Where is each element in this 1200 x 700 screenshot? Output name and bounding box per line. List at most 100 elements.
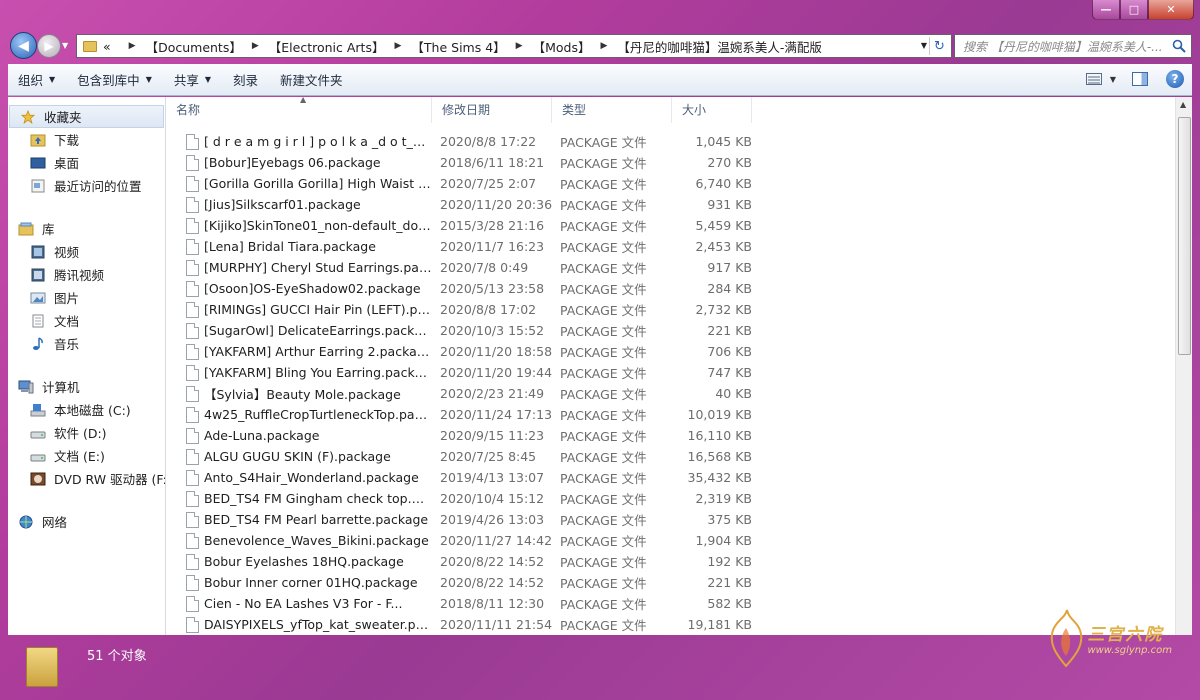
nav-item-music[interactable]: 音乐: [8, 332, 165, 355]
file-row[interactable]: [Gorilla Gorilla Gorilla] High Waist Fri…: [166, 173, 1192, 194]
breadcrumb-the-sims-4[interactable]: 【The Sims 4】: [411, 37, 505, 56]
nav-item-drive-d[interactable]: 软件 (D:): [8, 421, 165, 444]
item-count: 51 个对象: [87, 649, 147, 664]
file-row[interactable]: Cien - No EA Lashes V3 For - F... 2018/8/…: [166, 593, 1192, 614]
file-row[interactable]: DAISYPIXELS_yfTop_kat_sweater.pack... 202…: [166, 614, 1192, 635]
view-details-icon[interactable]: [1085, 73, 1102, 85]
file-row[interactable]: 【Sylvia】Beauty Mole.package 2020/2/23 21:…: [166, 383, 1192, 404]
file-row[interactable]: [MURPHY] Cheryl Stud Earrings.pack... 202…: [166, 257, 1192, 278]
file-name: DAISYPIXELS_yfTop_kat_sweater.pack...: [204, 617, 432, 632]
breadcrumb-separator[interactable]: ▶: [129, 41, 136, 51]
file-row[interactable]: ALGU GUGU SKIN (F).package 2020/7/25 8:45…: [166, 446, 1192, 467]
column-header-size[interactable]: 大小: [672, 97, 752, 123]
nav-item-recent-places[interactable]: 最近访问的位置: [8, 174, 165, 197]
file-row[interactable]: [SugarOwl] DelicateEarrings.package 2020/…: [166, 320, 1192, 341]
file-row[interactable]: [RIMINGs] GUCCI Hair Pin (LEFT).pac... 20…: [166, 299, 1192, 320]
help-icon[interactable]: ?: [1166, 70, 1184, 88]
file-name: Anto_S4Hair_Wonderland.package: [204, 470, 419, 485]
file-row[interactable]: [Osoon]OS-EyeShadow02.package 2020/5/13 2…: [166, 278, 1192, 299]
file-row[interactable]: Bobur Eyelashes 18HQ.package 2020/8/22 14…: [166, 551, 1192, 572]
file-row[interactable]: Anto_S4Hair_Wonderland.package 2019/4/13 …: [166, 467, 1192, 488]
file-date: 2020/11/24 17:13: [440, 407, 553, 422]
file-row[interactable]: 4w25_RuffleCropTurtleneckTop.pack... 2020…: [166, 404, 1192, 425]
file-icon: [186, 532, 199, 549]
column-header-date[interactable]: 修改日期: [432, 97, 552, 123]
file-name: [MURPHY] Cheryl Stud Earrings.pack...: [204, 260, 432, 275]
file-row[interactable]: [ d r e a m g i r l ] p o l k a _d o t_p…: [166, 131, 1192, 152]
nav-item-label: 软件 (D:): [54, 426, 107, 441]
chevron-down-icon[interactable]: ▼: [1110, 75, 1116, 84]
file-icon: [186, 133, 199, 150]
breadcrumb-separator[interactable]: ▶: [516, 41, 523, 51]
nav-item-pictures[interactable]: 图片: [8, 286, 165, 309]
column-header-type[interactable]: 类型: [552, 97, 672, 123]
file-row[interactable]: Bobur Inner corner 01HQ.package 2020/8/22…: [166, 572, 1192, 593]
video-icon: [31, 268, 45, 281]
file-type: PACKAGE 文件: [560, 534, 647, 549]
address-history-dropdown[interactable]: ▼: [921, 41, 927, 50]
file-row[interactable]: [YAKFARM] Bling You Earring.package 2020/…: [166, 362, 1192, 383]
breadcrumb-current-folder[interactable]: 【丹尼的咖啡猫】温婉系美人-满配版: [617, 37, 822, 56]
back-button[interactable]: ◀: [10, 32, 37, 59]
preview-pane-icon[interactable]: [1132, 72, 1148, 86]
include-in-library-button[interactable]: 包含到库中 ▼: [77, 70, 152, 89]
file-type: PACKAGE 文件: [560, 219, 647, 234]
nav-computer[interactable]: 计算机: [8, 375, 165, 398]
nav-item-documents[interactable]: 文档: [8, 309, 165, 332]
nav-item-videos[interactable]: 视频: [8, 240, 165, 263]
nav-item-label: 下载: [54, 133, 80, 148]
file-row[interactable]: [Kijiko]SkinTone01_non-default_dolly....…: [166, 215, 1192, 236]
search-icon[interactable]: [1172, 39, 1186, 53]
file-date: 2018/6/11 18:21: [440, 155, 545, 170]
close-button[interactable]: ✕: [1148, 0, 1194, 20]
file-icon: [186, 322, 199, 339]
new-folder-button[interactable]: 新建文件夹: [280, 70, 343, 89]
nav-network-label: 网络: [42, 515, 68, 530]
file-row[interactable]: Ade-Luna.package 2020/9/15 11:23 PACKAGE 文…: [166, 425, 1192, 446]
breadcrumb-overflow[interactable]: «: [103, 39, 111, 54]
forward-button[interactable]: ▶: [37, 34, 61, 58]
breadcrumb-separator[interactable]: ▶: [394, 41, 401, 51]
nav-item-desktop[interactable]: 桌面: [8, 151, 165, 174]
nav-item-drive-c[interactable]: 本地磁盘 (C:): [8, 398, 165, 421]
column-header-name[interactable]: 名称: [166, 97, 432, 123]
breadcrumb-electronic-arts[interactable]: 【Electronic Arts】: [269, 37, 385, 56]
maximize-button[interactable]: □: [1120, 0, 1148, 20]
file-row[interactable]: [Bobur]Eyebags 06.package 2018/6/11 18:21…: [166, 152, 1192, 173]
phoenix-logo: [1051, 609, 1083, 668]
file-row[interactable]: [YAKFARM] Arthur Earring 2.package 2020/1…: [166, 341, 1192, 362]
file-row[interactable]: [Jius]Silkscarf01.package 2020/11/20 20:3…: [166, 194, 1192, 215]
recent-pages-dropdown[interactable]: ▼: [62, 41, 68, 50]
video-icon: [31, 245, 45, 258]
scroll-up-icon[interactable]: ▲: [1180, 100, 1186, 109]
file-row[interactable]: BED_TS4 FM Gingham check top.pac... 2020/…: [166, 488, 1192, 509]
file-name-cell: BED_TS4 FM Gingham check top.pac...: [166, 490, 440, 507]
breadcrumb-documents[interactable]: 【Documents】: [146, 37, 242, 56]
nav-item-downloads[interactable]: 下载: [8, 128, 165, 151]
breadcrumb-separator[interactable]: ▶: [600, 41, 607, 51]
file-name: [YAKFARM] Arthur Earring 2.package: [204, 344, 432, 359]
minimize-button[interactable]: —: [1092, 0, 1120, 20]
nav-item-drive-e[interactable]: 文档 (E:): [8, 444, 165, 467]
refresh-icon[interactable]: ↻: [929, 37, 949, 55]
scrollbar-thumb[interactable]: [1178, 117, 1191, 355]
burn-button[interactable]: 刻录: [233, 70, 258, 89]
search-input[interactable]: 搜索 【丹尼的咖啡猫】温婉系美人-...: [954, 34, 1192, 58]
share-button[interactable]: 共享 ▼: [174, 70, 211, 89]
breadcrumb-separator[interactable]: ▶: [252, 41, 259, 51]
file-row[interactable]: BED_TS4 FM Pearl barrette.package 2019/4/…: [166, 509, 1192, 530]
breadcrumb-mods[interactable]: 【Mods】: [533, 37, 591, 56]
nav-libraries[interactable]: 库: [8, 217, 165, 240]
nav-network[interactable]: 网络: [8, 510, 165, 533]
file-row[interactable]: Benevolence_Waves_Bikini.package 2020/11/…: [166, 530, 1192, 551]
file-row[interactable]: [Lena] Bridal Tiara.package 2020/11/7 16:…: [166, 236, 1192, 257]
organize-button[interactable]: 组织 ▼: [18, 70, 55, 89]
nav-favorites[interactable]: 收藏夹: [9, 105, 164, 128]
file-type: PACKAGE 文件: [560, 555, 647, 570]
nav-item-dvd-drive[interactable]: DVD RW 驱动器 (F:: [8, 467, 165, 490]
address-bar[interactable]: « ▶ 【Documents】 ▶ 【Electronic Arts】 ▶ 【T…: [76, 34, 952, 58]
file-size: 16,568 KB: [687, 449, 752, 464]
file-name: [ d r e a m g i r l ] p o l k a _d o t_p…: [204, 134, 432, 149]
vertical-scrollbar[interactable]: ▲: [1175, 97, 1192, 635]
nav-item-tencent-video[interactable]: 腾讯视频: [8, 263, 165, 286]
